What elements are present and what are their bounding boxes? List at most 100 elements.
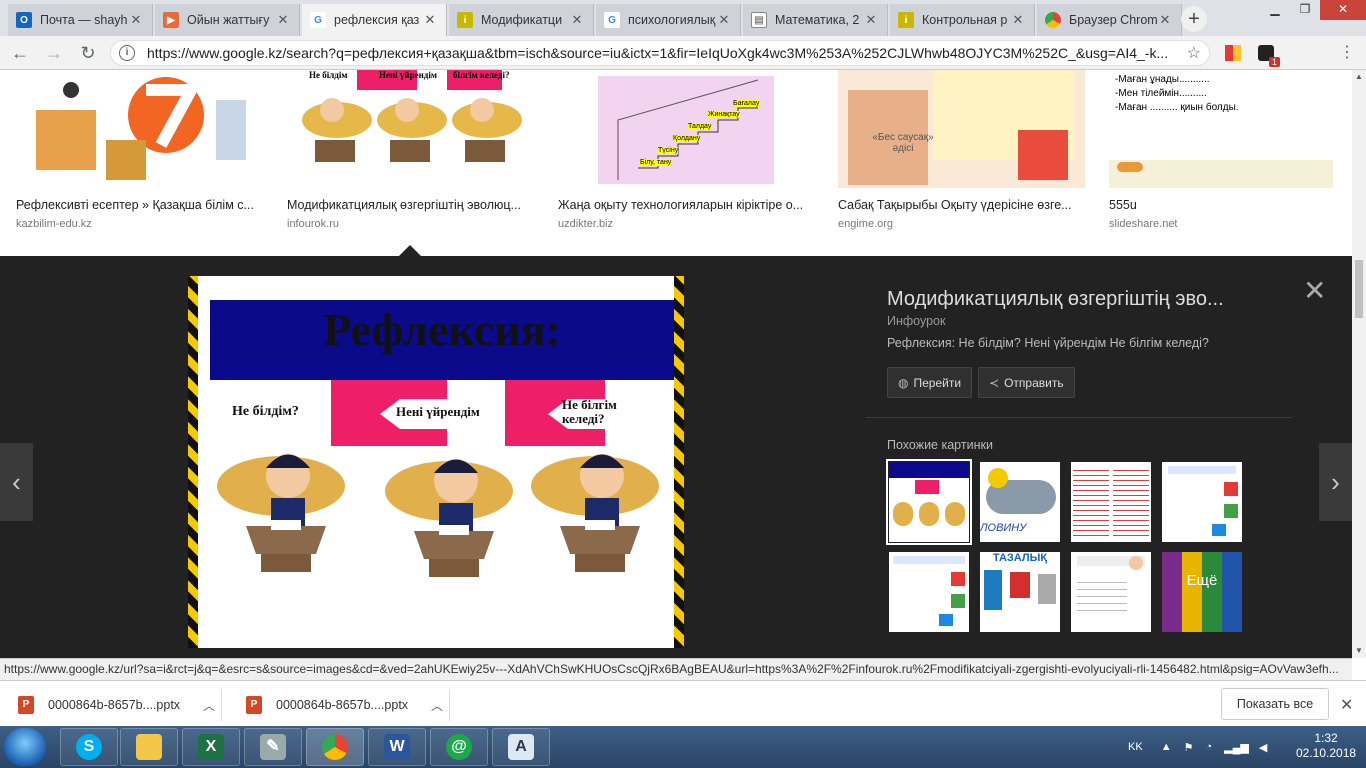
volume-icon[interactable]: ◀ (1259, 741, 1267, 754)
tab-close-icon[interactable]: ✕ (716, 12, 732, 28)
result-title[interactable]: Модификатциялық өзгергіштің эволюц... (287, 198, 534, 212)
taskbar-skype[interactable]: S (60, 728, 118, 766)
tab-infourok[interactable]: i Модификатци ✕ (449, 4, 594, 36)
share-button[interactable]: ≺ Отправить (978, 367, 1075, 398)
chevron-up-icon[interactable]: ︿ (197, 697, 221, 714)
image-result[interactable]: «Бес саусақ» әдісі Сабақ Тақырыбы Оқыту … (838, 70, 1085, 230)
menu-kebab-icon[interactable]: ⋮ (1335, 41, 1359, 65)
image-title[interactable]: Модификатциялық өзгергіштің эво... (887, 288, 1224, 311)
scroll-down-icon[interactable]: ▼ (1352, 646, 1366, 655)
result-thumbnail[interactable] (16, 70, 263, 188)
result-title[interactable]: 555u (1109, 198, 1333, 212)
clock-date: 02.10.2018 (1296, 746, 1357, 760)
tray-expand-icon[interactable]: ▲ (1161, 741, 1172, 753)
close-shelf-icon[interactable]: ✕ (1340, 695, 1353, 715)
result-title[interactable]: Сабақ Тақырыбы Оқыту үдерісіне өзге... (838, 198, 1085, 212)
tray-flag-icon[interactable]: ⚑ (1184, 741, 1194, 754)
image-result[interactable]: Рефлексивті есептер » Қазақша білім с...… (16, 70, 263, 230)
tab-google-images[interactable]: G рефлексия қаз ✕ (302, 4, 447, 36)
previous-arrow-icon[interactable]: ‹ (0, 443, 33, 521)
taskbar-explorer[interactable] (120, 728, 178, 766)
download-item[interactable]: P 0000864b-8657b....pptx ︿ (0, 689, 222, 721)
tab-math[interactable]: ▤ Математика, 2 ✕ (743, 4, 888, 36)
result-title[interactable]: Жаңа оқыту технологияларын кіріктіре о..… (558, 198, 814, 212)
taskbar-word[interactable]: W (368, 728, 426, 766)
reflection-clipart-image (36, 77, 246, 180)
download-item[interactable]: P 0000864b-8657b....pptx ︿ (228, 689, 450, 721)
reload-icon[interactable]: ↻ (76, 41, 100, 65)
image-result-selected[interactable]: Не білдім Нені үйрендім білгім келеді? М… (287, 70, 534, 230)
similar-image-thumbnail[interactable] (889, 552, 969, 632)
tab-title: Ойын жаттығу (187, 13, 270, 27)
taskbar-excel[interactable]: X (182, 728, 240, 766)
extension-icon[interactable] (1225, 45, 1241, 61)
taskbar-tool[interactable]: ✎ (244, 728, 302, 766)
close-viewer-icon[interactable]: ✕ (1303, 274, 1326, 307)
tab-close-icon[interactable]: ✕ (128, 12, 144, 28)
result-thumbnail[interactable]: Бағалау Жинақтау Талдау Қолдану Түсіну Б… (558, 70, 814, 188)
tab-close-icon[interactable]: ✕ (1157, 12, 1173, 28)
tab-psychology[interactable]: G психологиялық ✕ (596, 4, 741, 36)
similar-image-thumbnail[interactable] (1071, 552, 1151, 632)
tab-close-icon[interactable]: ✕ (1010, 12, 1026, 28)
image-result[interactable]: Бағалау Жинақтау Талдау Қолдану Түсіну Б… (558, 70, 814, 230)
restore-icon[interactable]: ❐ (1290, 0, 1320, 20)
start-button-icon[interactable] (4, 728, 46, 766)
tab-close-icon[interactable]: ✕ (569, 12, 585, 28)
minimize-icon[interactable]: ▁ (1260, 0, 1290, 20)
tab-control[interactable]: i Контрольная р ✕ (890, 4, 1035, 36)
google-icon: G (604, 12, 620, 28)
url-text[interactable]: https://www.google.kz/search?q=рефлексия… (147, 45, 1181, 61)
result-thumbnail[interactable]: -Маған ұнады........... -Мен тілеймін...… (1109, 70, 1333, 188)
address-bar[interactable]: i https://www.google.kz/search?q=рефлекс… (110, 40, 1210, 66)
stair-label: Қолдану (673, 135, 701, 142)
result-thumbnail[interactable]: «Бес саусақ» әдісі (838, 70, 1085, 188)
search-results-page: Рефлексивті есептер » Қазақша білім с...… (0, 70, 1352, 658)
signal-icon[interactable]: ▂▄▆ (1224, 741, 1249, 754)
language-indicator[interactable]: KK (1128, 741, 1143, 753)
result-source: slideshare.net (1109, 218, 1178, 230)
similar-image-thumbnail[interactable] (1071, 462, 1151, 542)
window-close-icon[interactable]: ✕ (1320, 0, 1366, 20)
similar-image-thumbnail[interactable] (886, 459, 972, 545)
tab-mail[interactable]: O Почта — shayhi ✕ (8, 4, 153, 36)
share-label: Отправить (1004, 375, 1064, 390)
scroll-up-icon[interactable]: ▲ (1352, 72, 1366, 81)
result-title[interactable]: Рефлексивті есептер » Қазақша білім с... (16, 198, 263, 212)
preview-image[interactable]: Рефлексия: Не білдім? Нені үйрендім Не б… (188, 276, 684, 648)
taskbar-chrome[interactable] (306, 728, 364, 766)
taskbar-mail-agent[interactable]: @ (430, 728, 488, 766)
similar-image-thumbnail[interactable]: ЛОВИНУ (980, 462, 1060, 542)
tab-close-icon[interactable]: ✕ (275, 12, 291, 28)
similar-image-thumbnail[interactable] (1162, 462, 1242, 542)
chrome-icon (322, 734, 348, 760)
tab-close-icon[interactable]: ✕ (422, 12, 438, 28)
download-filename[interactable]: 0000864b-8657b....pptx (48, 698, 197, 712)
download-filename[interactable]: 0000864b-8657b....pptx (276, 698, 425, 712)
chevron-up-icon[interactable]: ︿ (425, 697, 449, 714)
more-similar-button[interactable]: Ещё (1162, 552, 1242, 632)
image-description: Рефлексия: Не білдім? Нені үйрендім Не б… (887, 336, 1209, 350)
play-icon: ▶ (163, 12, 179, 28)
network-icon[interactable]: ◔ (1205, 741, 1212, 753)
visit-button[interactable]: ◍ Перейти (887, 367, 973, 398)
scroll-thumb[interactable] (1355, 260, 1363, 318)
show-all-downloads-button[interactable]: Показать все (1221, 688, 1329, 720)
tab-close-icon[interactable]: ✕ (863, 12, 879, 28)
page-scrollbar[interactable]: ▲ ▼ (1352, 70, 1366, 658)
tab-game[interactable]: ▶ Ойын жаттығу ✕ (155, 4, 300, 36)
taskbar-notepad[interactable]: A (492, 728, 550, 766)
tab-chrome[interactable]: Браузер Chrom ✕ (1037, 4, 1182, 36)
back-icon[interactable]: ← (8, 41, 32, 65)
image-result[interactable]: -Маған ұнады........... -Мен тілеймін...… (1109, 70, 1333, 230)
tab-title: Почта — shayhi (40, 13, 128, 27)
extension-badge-icon[interactable]: 1 (1258, 45, 1280, 67)
next-arrow-icon[interactable]: › (1319, 443, 1352, 521)
info-icon[interactable]: i (119, 45, 135, 61)
new-tab-button[interactable]: + (1181, 6, 1207, 32)
system-clock[interactable]: 1:32 02.10.2018 (1296, 731, 1356, 761)
similar-image-thumbnail[interactable]: ТАЗАЛЫҚ (980, 552, 1060, 632)
result-thumbnail[interactable]: Не білдім Нені үйрендім білгім келеді? (287, 70, 534, 188)
bookmark-star-icon[interactable]: ☆ (1187, 43, 1201, 63)
forward-icon[interactable]: → (42, 41, 66, 65)
